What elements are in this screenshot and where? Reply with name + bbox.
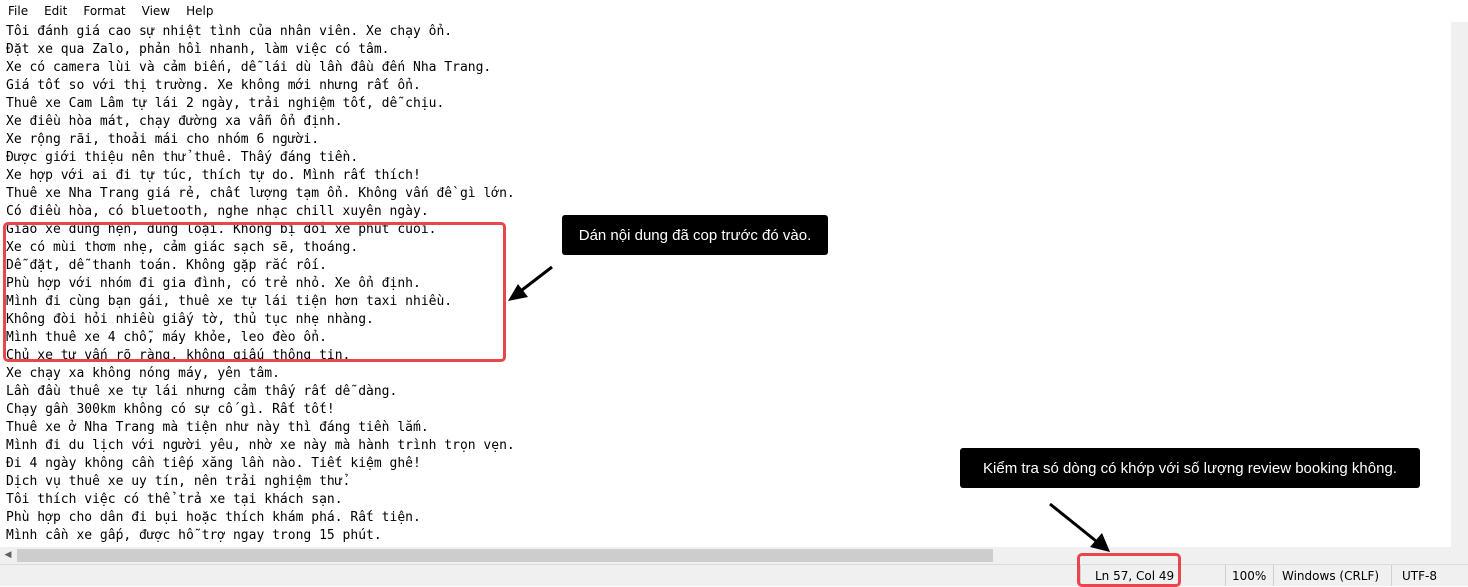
text-line: Đặt xe qua Zalo, phản hồi nhanh, làm việ…	[6, 42, 390, 57]
text-line: Xe hợp với ai đi tự túc, thích tự do. Mì…	[6, 168, 421, 183]
text-line: Xe rộng rãi, thoải mái cho nhóm 6 người.	[6, 132, 320, 147]
text-line: Phù hợp cho dân đi bụi hoặc thích khám p…	[6, 510, 421, 525]
menu-file[interactable]: File	[0, 0, 35, 22]
vertical-scrollbar[interactable]	[1451, 22, 1468, 547]
encoding: UTF-8	[1391, 565, 1468, 586]
menu-edit[interactable]: Edit	[35, 0, 74, 22]
text-line: Mình cần xe gấp, được hỗ trợ ngay trong …	[6, 528, 382, 543]
status-position-highlight	[1077, 553, 1181, 587]
text-line: Thuê xe Nha Trang giá rẻ, chất lượng tạm…	[6, 186, 515, 201]
text-line: Giá tốt so với thị trường. Xe không mới …	[6, 78, 421, 93]
menu-view[interactable]: View	[133, 0, 177, 22]
zoom-level: 100%	[1225, 565, 1273, 586]
text-line: Chạy gần 300km không có sự cố gì. Rất tố…	[6, 402, 335, 417]
horizontal-scroll-thumb[interactable]	[17, 549, 993, 562]
pasted-lines-highlight	[3, 222, 506, 362]
text-line: Lần đầu thuê xe tự lái nhưng cảm thấy rấ…	[6, 384, 398, 399]
check-callout: Kiểm tra só dòng có khớp với số lượng re…	[960, 448, 1420, 488]
text-line: Tôi thích việc có thể trả xe tại khách s…	[6, 492, 343, 507]
status-bar: Ln 57, Col 49 100% Windows (CRLF) UTF-8	[0, 564, 1468, 586]
menu-format[interactable]: Format	[74, 0, 132, 22]
text-line: Xe chạy xa không nóng máy, yên tâm.	[6, 366, 280, 381]
text-line: Thuê xe Cam Lâm tự lái 2 ngày, trải nghi…	[6, 96, 445, 111]
text-line: Tôi đánh giá cao sự nhiệt tình của nhân …	[6, 24, 453, 39]
paste-callout: Dán nội dung đã cop trước đó vào.	[562, 215, 828, 255]
menu-bar: File Edit Format View Help	[0, 0, 1468, 22]
text-line: Xe có camera lùi và cảm biến, dễ lái dù …	[6, 60, 492, 75]
text-line: Được giới thiệu nên thử thuê. Thấy đáng …	[6, 150, 359, 165]
text-line: Thuê xe ở Nha Trang mà tiện như này thì …	[6, 420, 429, 435]
horizontal-scrollbar[interactable]: ◀	[0, 547, 1468, 564]
line-ending: Windows (CRLF)	[1273, 565, 1391, 586]
menu-help[interactable]: Help	[177, 0, 220, 22]
scroll-left-icon[interactable]: ◀	[3, 550, 13, 561]
text-line: Xe điều hòa mát, chạy đường xa vẫn ổn đị…	[6, 114, 343, 129]
